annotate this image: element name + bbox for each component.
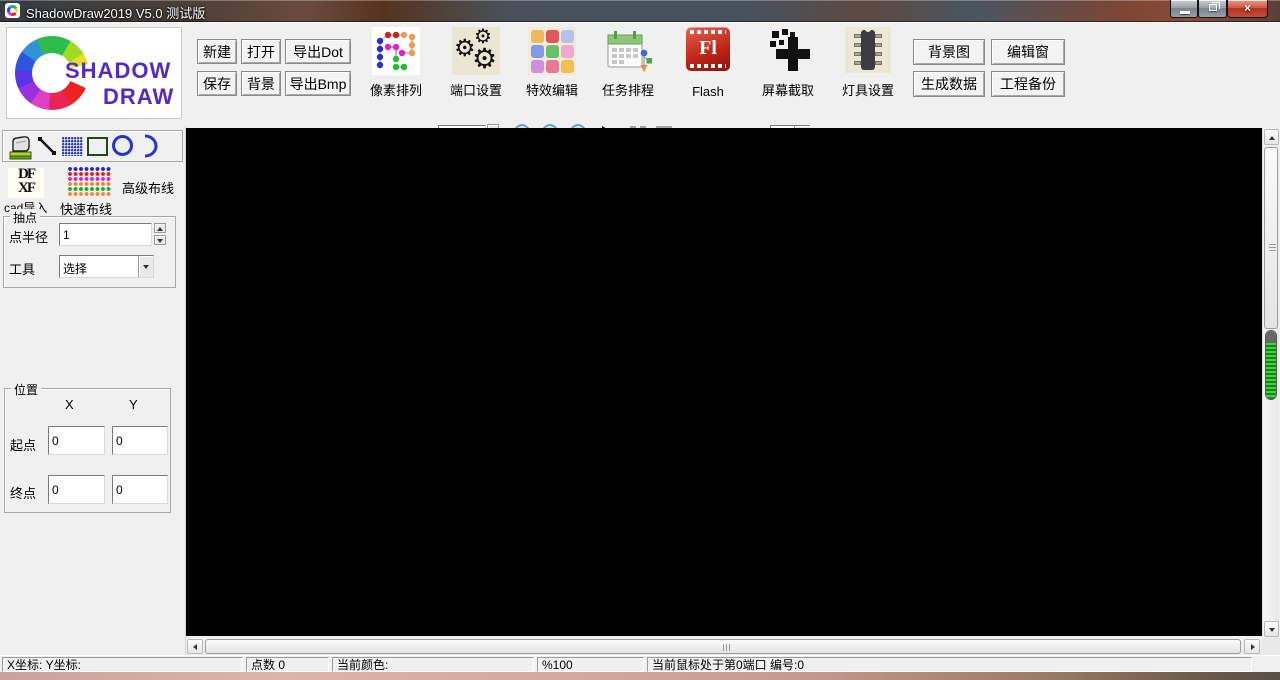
flash-button[interactable]: Fl Flash <box>669 27 747 99</box>
app-window: ShadowDraw2019 V5.0 测试版 × SHADOW DRAW 新建… <box>0 0 1280 680</box>
start-y-input[interactable] <box>112 426 168 455</box>
drawing-canvas[interactable] <box>186 128 1262 636</box>
background-button[interactable]: 背景 <box>241 71 281 96</box>
status-current-color: 当前颜色: <box>332 657 534 672</box>
extract-group-title: 抽点 <box>10 209 41 226</box>
thumb-grip-icon <box>723 644 731 651</box>
app-icon <box>5 3 20 18</box>
line-icon <box>38 137 56 155</box>
close-icon: × <box>1243 1 1251 15</box>
status-port-info: 当前鼠标处于第0端口 编号:0 <box>647 657 1252 672</box>
light-settings-button[interactable]: 灯具设置 <box>829 27 907 99</box>
end-y-input[interactable] <box>112 475 168 504</box>
scrollbar-corner <box>1262 638 1280 655</box>
desktop-wallpaper-strip <box>0 672 1280 680</box>
matrix-tool-button[interactable] <box>62 137 83 156</box>
end-x-input[interactable] <box>48 475 105 504</box>
flash-icon: Fl <box>686 27 730 71</box>
sidebar: DF XF cad导入 快速布线 高级布线 抽点 点半径 工具 选择 位置 <box>0 126 186 655</box>
export-bmp-button[interactable]: 导出Bmp <box>285 71 351 96</box>
arc-icon <box>144 134 158 158</box>
calendar-icon <box>604 27 652 75</box>
position-group-title: 位置 <box>11 381 42 398</box>
line-tool-button[interactable] <box>36 135 58 162</box>
project-backup-button[interactable]: 工程备份 <box>991 71 1065 97</box>
save-button[interactable]: 保存 <box>197 71 237 96</box>
window-title: ShadowDraw2019 V5.0 测试版 <box>26 6 206 21</box>
generate-data-button[interactable]: 生成数据 <box>913 71 985 97</box>
position-col-y: Y <box>129 397 138 412</box>
maximize-button[interactable] <box>1198 0 1227 18</box>
close-button[interactable]: × <box>1227 0 1268 18</box>
scroll-up-button[interactable] <box>1264 129 1279 145</box>
open-button[interactable]: 打开 <box>241 39 281 64</box>
arc-tool-button[interactable] <box>143 134 159 163</box>
pixel-arrange-button[interactable]: 像素排列 <box>357 27 435 99</box>
circle-tool-button[interactable] <box>112 135 133 156</box>
new-button[interactable]: 新建 <box>197 39 237 64</box>
scroll-right-button[interactable] <box>1244 639 1260 654</box>
status-zoom-percent: %100 <box>537 657 644 672</box>
cad-import-button[interactable]: DF XF <box>8 167 44 198</box>
logo-panel: SHADOW DRAW <box>6 27 182 119</box>
port-settings-label: 端口设置 <box>449 83 502 98</box>
restore-icon <box>1209 2 1220 11</box>
extract-radius-spin-down[interactable] <box>154 235 166 245</box>
green-progress-bar <box>1265 330 1277 400</box>
effects-edit-label: 特效编辑 <box>525 83 578 98</box>
scroll-down-button[interactable] <box>1264 621 1279 637</box>
position-col-x: X <box>65 397 74 412</box>
tool-dropdown-button[interactable] <box>138 256 153 277</box>
start-point-label: 起点 <box>10 438 37 453</box>
chip-icon <box>845 27 891 73</box>
advanced-wiring-link[interactable]: 高级布线 <box>122 178 174 197</box>
logo-text-shadow: SHADOW <box>65 58 172 83</box>
pixel-arrange-icon <box>372 27 420 75</box>
extract-group: 抽点 点半径 工具 选择 <box>3 209 176 288</box>
export-dot-button[interactable]: 导出Dot <box>285 39 351 64</box>
header-toolbar: SHADOW DRAW 新建 打开 导出Dot 保存 背景 导出Bmp 像素排列… <box>0 22 1280 126</box>
screen-capture-label: 屏幕截取 <box>761 83 814 98</box>
edit-window-button[interactable]: 编辑窗 <box>991 39 1065 65</box>
vertical-scrollbar[interactable] <box>1262 128 1279 638</box>
status-coordinates: X坐标: Y坐标: <box>2 657 243 672</box>
screen-capture-button[interactable]: 屏幕截取 <box>749 27 827 99</box>
tool-select[interactable]: 选择 <box>59 255 154 278</box>
titlebar[interactable]: ShadowDraw2019 V5.0 测试版 × <box>0 0 1280 22</box>
minimize-button[interactable] <box>1170 0 1198 18</box>
minimize-icon <box>1180 11 1190 14</box>
horizontal-scrollbar[interactable] <box>186 638 1262 655</box>
tool-select-value: 选择 <box>63 262 88 276</box>
quick-wiring-button[interactable] <box>68 167 112 198</box>
horizontal-scroll-thumb[interactable] <box>205 639 1241 654</box>
effects-edit-button[interactable]: 特效编辑 <box>513 27 591 99</box>
light-settings-label: 灯具设置 <box>841 83 894 98</box>
thumb-grip-icon <box>1269 244 1276 252</box>
tool-row <box>2 130 183 162</box>
scroll-left-button[interactable] <box>187 639 203 654</box>
position-group: 位置 X Y 起点 终点 <box>4 381 171 513</box>
port-settings-button[interactable]: ⚙ ⚙ ⚙ 端口设置 <box>437 27 515 99</box>
statusbar: X坐标: Y坐标: 点数 0 当前颜色: %100 当前鼠标处于第0端口 编号:… <box>0 655 1280 672</box>
end-point-label: 终点 <box>10 486 37 501</box>
select-tool-button[interactable] <box>8 133 34 165</box>
task-schedule-label: 任务排程 <box>601 83 654 98</box>
extract-radius-label: 点半径 <box>9 230 49 245</box>
pixel-arrange-label: 像素排列 <box>369 83 422 98</box>
start-x-input[interactable] <box>48 426 105 455</box>
tool-label: 工具 <box>9 262 36 277</box>
hand-icon <box>9 136 32 160</box>
vertical-scroll-thumb[interactable] <box>1264 147 1278 329</box>
rect-tool-button[interactable] <box>87 137 108 156</box>
extract-radius-spin-up[interactable] <box>154 223 166 233</box>
status-point-count: 点数 0 <box>246 657 329 672</box>
gears-icon: ⚙ ⚙ ⚙ <box>452 27 500 75</box>
flash-label: Flash <box>692 84 724 99</box>
effects-grid-icon <box>528 27 576 75</box>
screen-capture-icon <box>764 27 812 75</box>
logo-text-draw: DRAW <box>103 84 175 109</box>
task-schedule-button[interactable]: 任务排程 <box>589 27 667 99</box>
background-image-button[interactable]: 背景图 <box>913 39 985 65</box>
extract-radius-input[interactable] <box>59 223 152 246</box>
